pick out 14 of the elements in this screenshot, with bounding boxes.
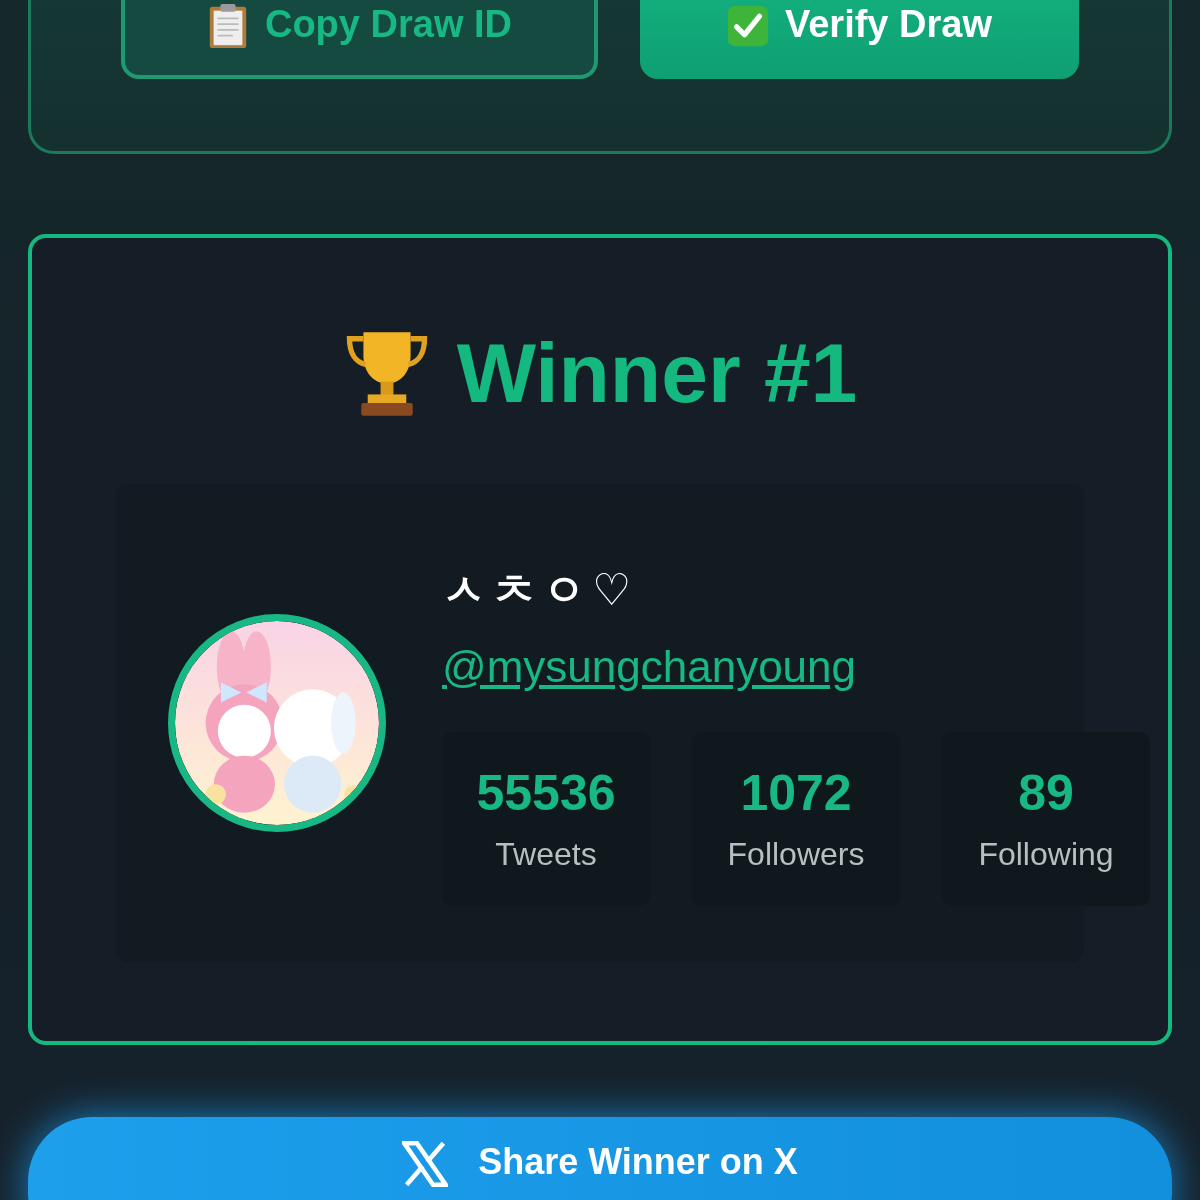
stat-value: 89 <box>1018 764 1074 822</box>
stat-label: Tweets <box>495 836 597 873</box>
stat-value: 1072 <box>740 764 852 822</box>
stat-label: Following <box>978 836 1114 873</box>
winner-title: Winner #1 <box>456 331 858 415</box>
check-icon <box>727 3 769 49</box>
username-link[interactable]: @mysungchanyoung <box>442 641 857 692</box>
copy-draw-id-button[interactable]: Copy Draw ID <box>121 0 598 79</box>
x-logo-icon <box>402 1141 449 1187</box>
verify-draw-button[interactable]: Verify Draw <box>639 0 1079 79</box>
stat-value: 55536 <box>476 764 616 822</box>
stat-label: Followers <box>727 836 865 873</box>
display-name: ㅅㅊㅇ♡ <box>442 562 639 617</box>
share-button[interactable]: Share Winner on X <box>28 1117 1172 1200</box>
